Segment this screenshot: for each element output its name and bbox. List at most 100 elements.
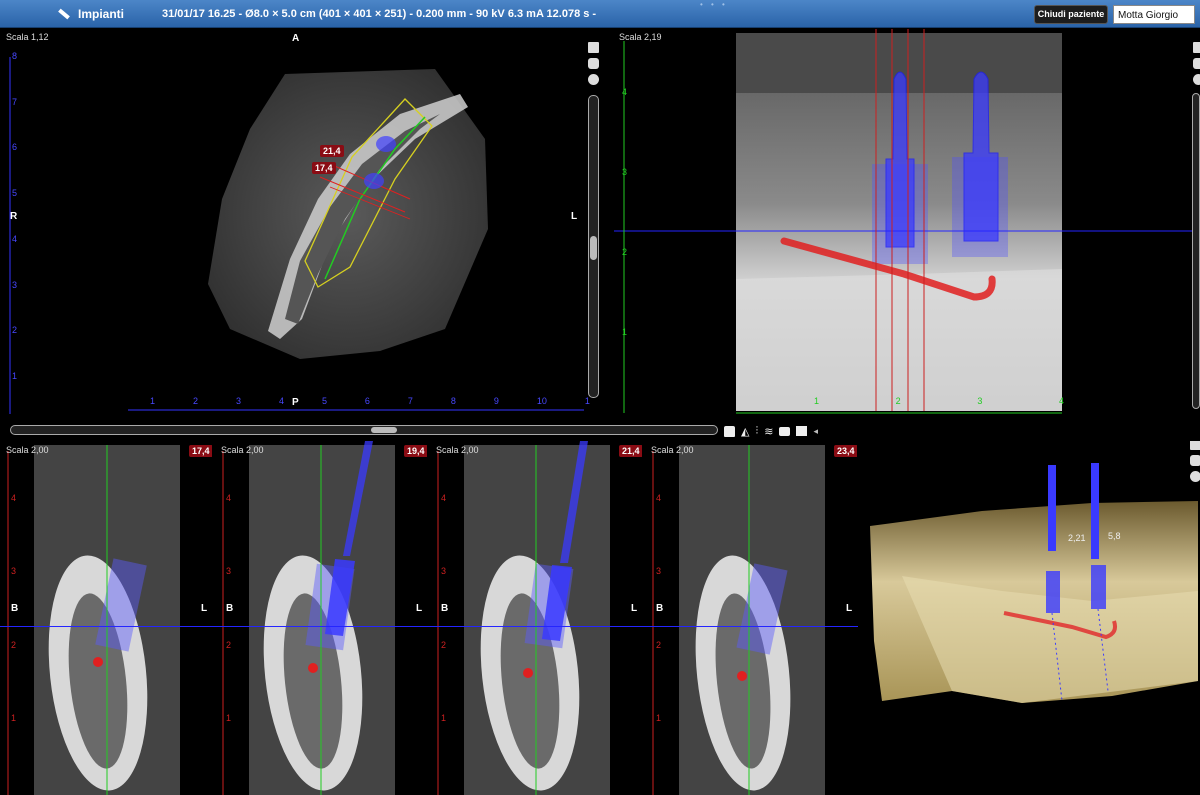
app-window: Impianti 31/01/17 16.25 - Ø8.0 × 5.0 cm … [0,0,1200,795]
ruler-tick-label: 9 [493,396,499,406]
cross-section-label-lingual: L [846,603,853,614]
ruler-tick-label: 6 [12,142,18,153]
lock-icon[interactable] [724,425,735,437]
implant-label-a: 2,21 [1068,533,1086,543]
axial-image [9,57,584,414]
panoramic-scale: Scala 2,19 [619,32,662,42]
drag-handle[interactable]: • • • [700,0,728,9]
ruler-tick-label: 2 [11,639,17,650]
cross-section-4[interactable]: Scala 2,00 23,4 B L 4 3 2 1 [645,441,857,795]
window-icon[interactable] [1190,441,1200,450]
close-patient-button[interactable]: Chiudi paziente [1034,5,1108,24]
ruler-tick-label: 3 [656,566,662,577]
title-bar: Impianti 31/01/17 16.25 - Ø8.0 × 5.0 cm … [0,0,1200,28]
ruler-tick-label: 5 [12,188,18,199]
panoramic-view[interactable]: Scala 2,19 4 3 2 1 1 2 3 4 [614,29,1200,419]
window-icon[interactable] [588,42,599,53]
slice-horizontal-scrollbar[interactable] [10,425,718,435]
cross-section-position-badge: 21,4 [619,445,642,457]
ruler-tick-label: 2 [192,396,198,406]
axial-section-label-b: 17,4 [312,162,336,174]
tools-icon[interactable] [1193,74,1200,85]
panoramic-ruler-x: 1 2 3 4 [814,396,1064,408]
ruler-tick-label: 1 [11,712,17,723]
cross-section-position-badge: 17,4 [189,445,212,457]
cross-section-position-badge: 23,4 [834,445,857,457]
cross-section-image [222,441,395,795]
cross-section-image [7,445,180,795]
ruler-tick-label: 3 [441,566,447,577]
ruler-tick-label: 2 [895,396,901,406]
ruler-tick-label: 1 [150,396,156,406]
flip-icon[interactable]: ◭ [741,425,749,438]
patient-name-field[interactable]: Motta Giorgio [1113,5,1195,24]
cross-section-position-badge: 19,4 [404,445,427,457]
axial-scale: Scala 1,12 [6,32,49,42]
ruler-tick-label: 3 [235,396,241,406]
camera-icon[interactable] [1190,455,1200,466]
collapse-icon[interactable]: ◂ [813,426,818,437]
axial-view[interactable]: Scala 1,12 A P R L 21,4 17,4 1 2 3 4 5 6… [0,29,612,419]
cross-section-scale: Scala 2,00 [221,445,264,455]
ruler-tick-label: 3 [226,566,232,577]
camera-icon[interactable] [779,426,791,436]
ruler-tick-label: 6 [364,396,370,406]
ruler-tick-label: 5 [321,396,327,406]
ruler-tick-label: 4 [1058,396,1064,406]
ruler-tick-label: 1 [622,327,628,337]
axial-label-left: L [571,211,578,222]
cross-section-label-lingual: L [201,603,208,614]
ruler-tick-label: 8 [12,51,18,61]
nerve-icon[interactable]: ≋ [764,425,773,438]
window-icon[interactable] [796,426,808,436]
cross-section-scale: Scala 2,00 [436,445,479,455]
ruler-tick-label: 10 [536,396,547,406]
camera-icon[interactable] [1193,58,1200,69]
ruler-tick-label: 1 [12,370,18,381]
ruler-tick-label: 4 [441,493,447,503]
cross-section-image [652,445,825,795]
scrollbar-thumb[interactable] [371,427,397,433]
view-tools: ◭ ⫶ ≋ ◂ [724,424,864,438]
ruler-tick-label: 2 [441,639,447,650]
cross-section-ruler: 4 3 2 1 [11,493,16,723]
ruler-tick-label: 3 [12,279,18,290]
cross-sections: Scala 2,00 17,4 B L 4 3 2 1 Scala 2,00 1… [0,441,860,795]
axial-label-anterior: A [292,33,300,44]
tools-icon[interactable] [1190,471,1200,482]
cross-section-ruler: 4 3 2 1 [656,493,661,723]
camera-icon[interactable] [588,58,599,69]
cross-section-scale: Scala 2,00 [651,445,694,455]
measure-icon[interactable] [56,6,72,22]
ruler-tick-label: 4 [11,493,17,503]
cross-section-2[interactable]: Scala 2,00 19,4 B L 4 3 2 1 [215,441,427,795]
panoramic-image [614,29,1200,414]
ruler-tick-label: 1 [814,396,820,406]
ruler-tick-label: 1 [441,712,447,723]
ruler-tick-label: 4 [278,396,284,406]
cross-section-ruler: 4 3 2 1 [226,493,231,723]
axial-ruler-y: 8 7 6 5 4 3 2 1 [12,51,22,381]
window-icon[interactable] [1193,42,1200,53]
ruler-tick-label: 2 [12,325,18,336]
reference-line-horizontal [0,626,858,627]
ruler-tick-label: 2 [226,639,232,650]
ruler-tick-label: 7 [12,96,18,107]
axial-section-label-a: 21,4 [320,145,344,157]
ruler-tick-label: 3 [977,396,983,406]
ruler-tick-label: 4 [226,493,232,503]
panoramic-vertical-scrollbar[interactable] [1192,93,1200,409]
implant-icon[interactable]: ⫶ [755,425,758,438]
scrollbar-thumb[interactable] [590,236,597,260]
tools-icon[interactable] [588,74,599,85]
ruler-tick-label: 3 [622,167,628,177]
panoramic-ruler-y: 4 3 2 1 [622,87,632,337]
ruler-tick-label: 4 [622,87,628,97]
cross-section-3[interactable]: Scala 2,00 21,4 B L 4 3 2 1 [430,441,642,795]
cross-section-scale: Scala 2,00 [6,445,49,455]
cross-section-1[interactable]: Scala 2,00 17,4 B L 4 3 2 1 [0,441,212,795]
render-3d-view[interactable]: 2,21 5,8 [862,441,1200,795]
render-3d-image [870,463,1198,703]
ruler-tick-label: 3 [11,566,17,577]
axial-vertical-scrollbar[interactable] [588,95,599,398]
